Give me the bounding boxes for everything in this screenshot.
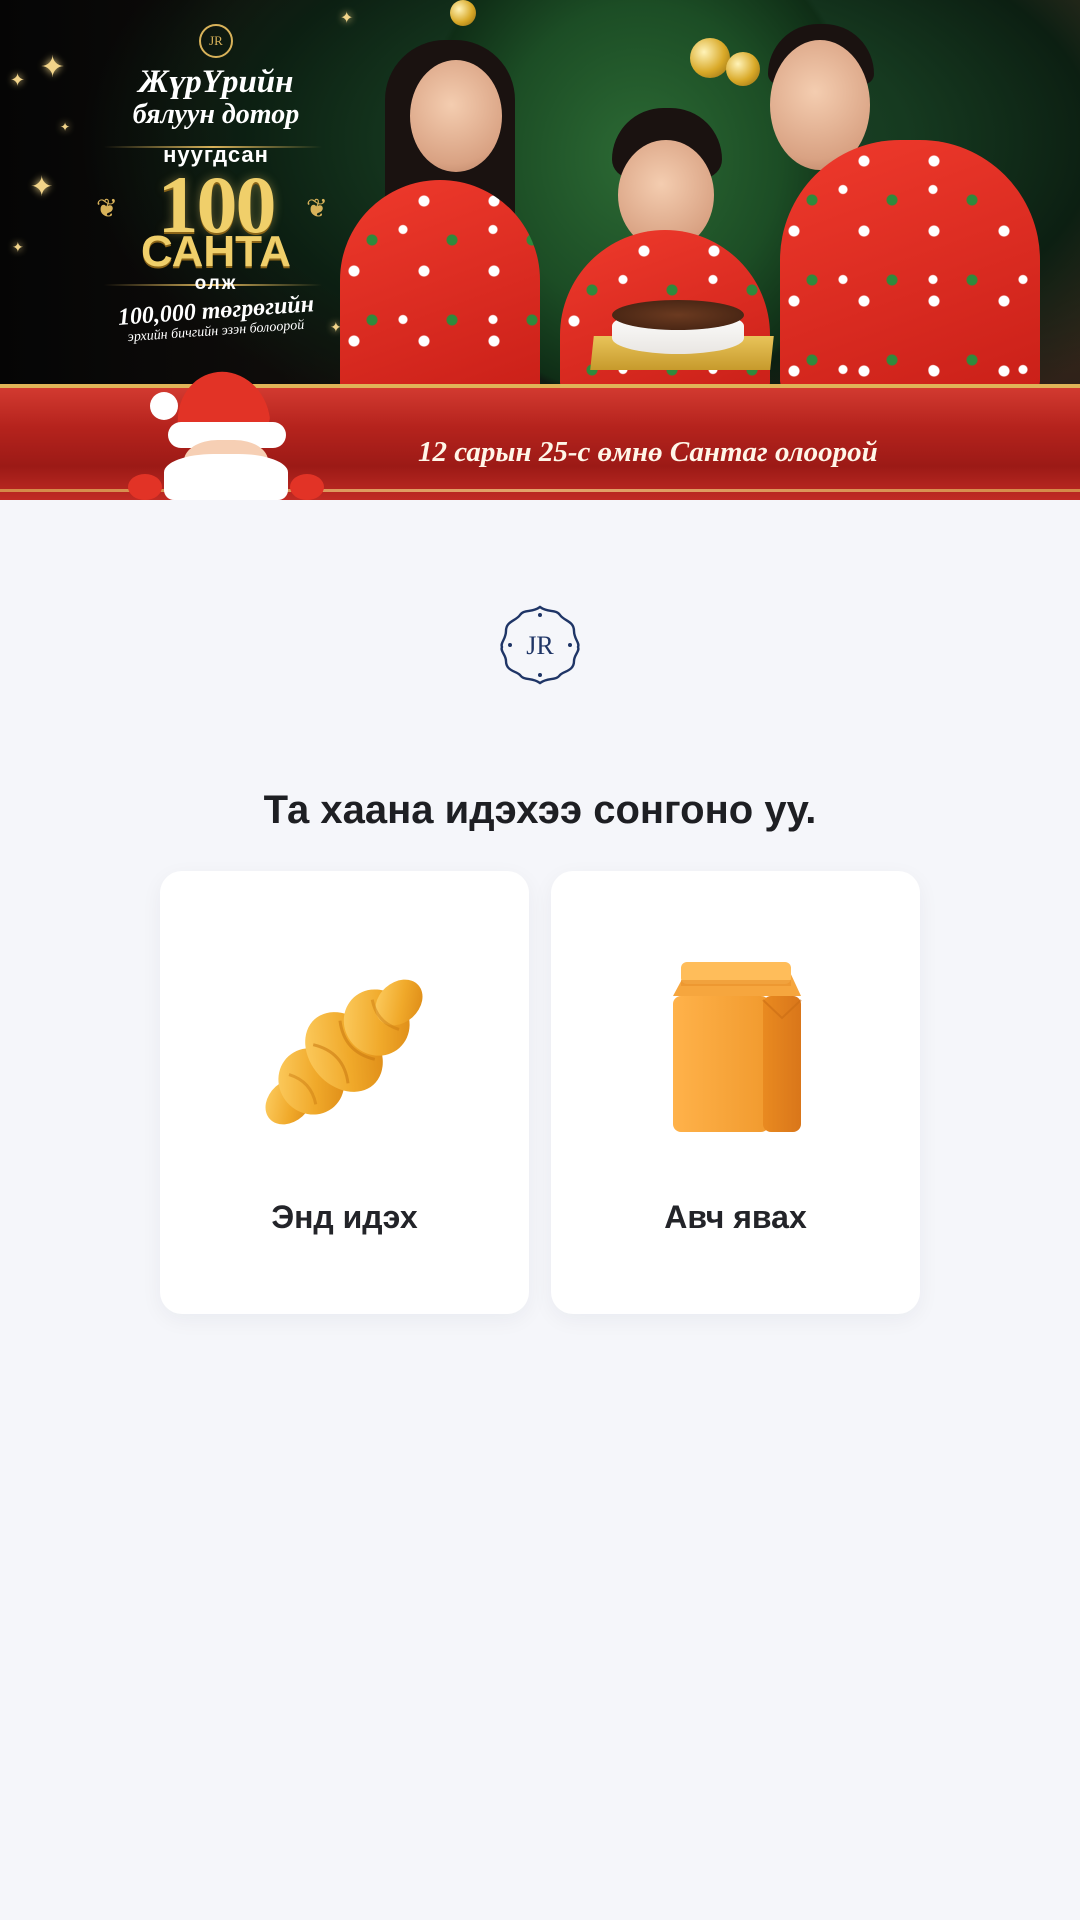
- promo-title: ЖүрҮрийн бялуун дотор: [100, 66, 332, 129]
- sparkle-icon: ✦: [60, 120, 71, 134]
- promo-deadline-text: 12 сарын 25-с өмнө Сантаг олоорой: [418, 436, 878, 468]
- promo-title-line2: бялуун дотор: [132, 99, 300, 130]
- promo-brand-logo: JR: [199, 24, 233, 58]
- brand-logo: JR: [500, 605, 580, 685]
- promo-banner[interactable]: ✦ ✦ ✦ ✦ ✦ ✦ ✦ JR ЖүрҮрийн бялуун дотор н…: [0, 0, 1080, 500]
- promo-title-line1: ЖүрҮрийн: [138, 64, 294, 100]
- sparkle-icon: ✦: [340, 8, 354, 27]
- bauble-ornament: [726, 52, 760, 86]
- sparkle-icon: ✦: [40, 50, 66, 85]
- sparkle-icon: ✦: [12, 240, 24, 256]
- paper-bag-icon: [673, 962, 802, 1132]
- takeaway-card[interactable]: Авч явах: [551, 871, 920, 1314]
- dine-in-card[interactable]: Энд идэх: [160, 871, 529, 1314]
- santa-mascot: [128, 363, 324, 500]
- cake-image: [590, 300, 774, 370]
- takeaway-label: Авч явах: [664, 1199, 807, 1235]
- bauble-ornament: [450, 0, 476, 26]
- bauble-ornament: [690, 38, 730, 78]
- sparkle-icon: ✦: [10, 70, 26, 91]
- sparkle-icon: ✦: [30, 170, 54, 203]
- brand-logo-text: JR: [526, 631, 554, 660]
- page-title: Та хаана идэхээ сонгоно уу.: [263, 788, 817, 832]
- dine-in-label: Энд идэх: [271, 1199, 418, 1235]
- promo-santa-word: САНТА: [140, 227, 292, 276]
- croissant-icon: [265, 979, 423, 1125]
